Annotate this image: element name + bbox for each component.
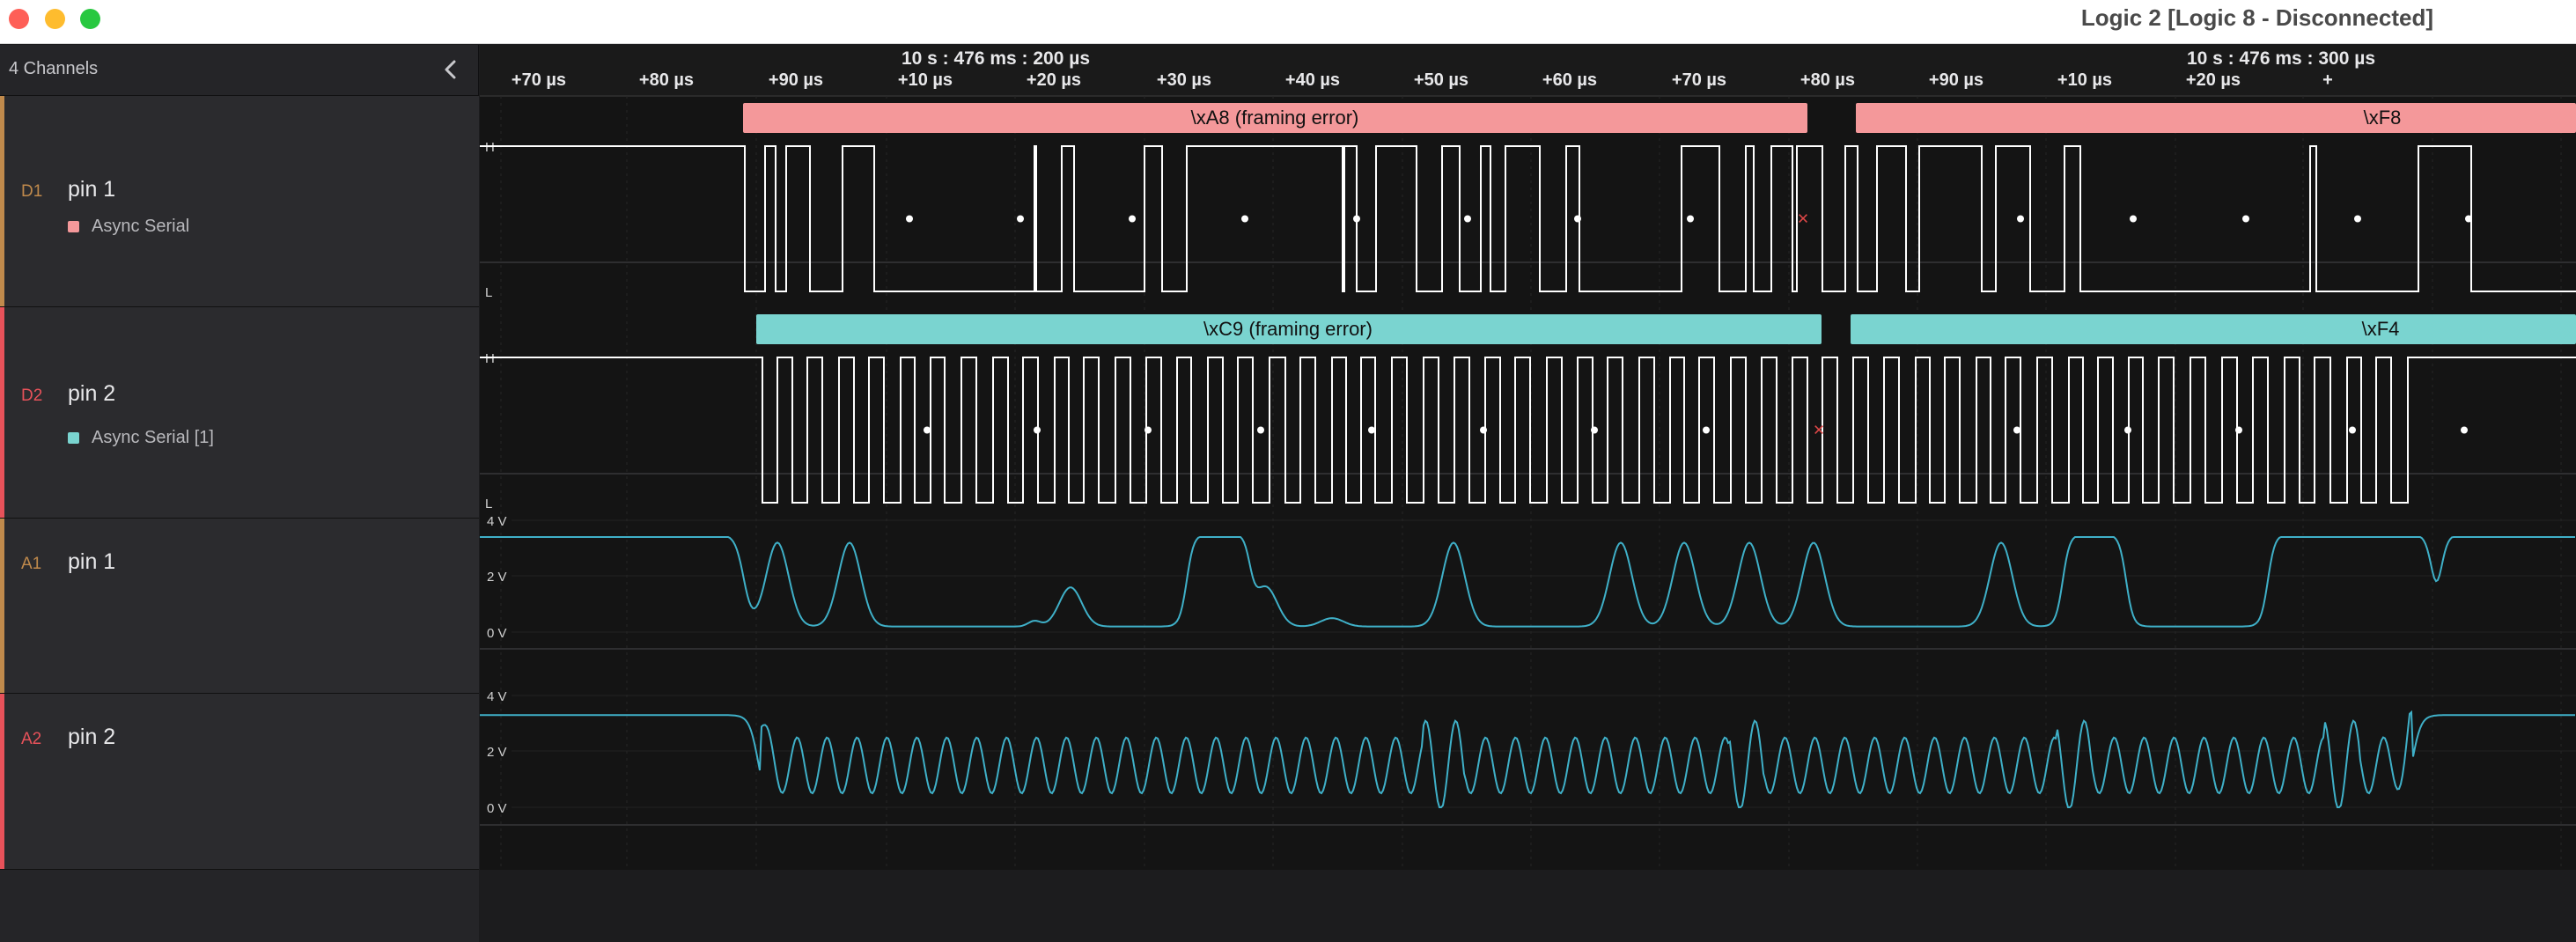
channel-color-bar bbox=[0, 96, 4, 306]
channel-row-d1[interactable]: D1 pin 1 Async Serial bbox=[0, 96, 479, 307]
sample-dot bbox=[2354, 215, 2361, 223]
framing-error-marker: × bbox=[1814, 419, 1825, 441]
sidebar-empty-area bbox=[0, 870, 479, 942]
decoded-frame-label[interactable]: \xC9 (framing error) bbox=[1203, 318, 1373, 340]
sample-dot bbox=[1257, 426, 1264, 434]
channel-name[interactable]: pin 2 bbox=[68, 381, 115, 407]
sample-dot bbox=[2349, 426, 2356, 434]
voltage-axis-label: 0 V bbox=[487, 801, 507, 816]
analyzer-color-swatch bbox=[68, 432, 79, 444]
empty-track-area bbox=[480, 870, 2576, 942]
level-low-label: L bbox=[485, 497, 492, 511]
channel-color-bar bbox=[0, 307, 4, 518]
channel-id: D2 bbox=[21, 386, 43, 405]
sample-dot bbox=[1368, 426, 1375, 434]
sample-dot bbox=[2130, 215, 2137, 223]
channel-row-a1[interactable]: A1 pin 1 bbox=[0, 519, 479, 694]
maximize-window-button[interactable] bbox=[80, 9, 100, 29]
channel-id: A2 bbox=[21, 730, 42, 748]
decoded-frame-label[interactable]: \xF8 bbox=[2364, 107, 2402, 129]
voltage-axis-label: 4 V bbox=[487, 689, 507, 704]
sample-dot bbox=[2242, 215, 2249, 223]
time-tick-label: +90 µs bbox=[1929, 70, 1984, 90]
analyzer-label[interactable]: Async Serial [1] bbox=[92, 428, 214, 448]
decoded-frame-label[interactable]: \xA8 (framing error) bbox=[1191, 107, 1359, 129]
channel-color-bar bbox=[0, 694, 4, 869]
sample-dot bbox=[2465, 215, 2472, 223]
time-tick-label: +30 µs bbox=[1157, 70, 1211, 90]
channel-row-d2[interactable]: D2 pin 2 Async Serial [1] bbox=[0, 307, 479, 519]
sample-dot bbox=[1464, 215, 1471, 223]
voltage-axis-label: 2 V bbox=[487, 745, 507, 760]
sample-dot bbox=[1144, 426, 1152, 434]
time-tick-label: +70 µs bbox=[1672, 70, 1726, 90]
sample-dot bbox=[1480, 426, 1487, 434]
sample-dot bbox=[1034, 426, 1041, 434]
sample-dot bbox=[2235, 426, 2242, 434]
channel-name[interactable]: pin 1 bbox=[68, 177, 115, 202]
time-tick-label: +50 µs bbox=[1414, 70, 1468, 90]
voltage-axis-label: 4 V bbox=[487, 514, 507, 529]
channel-name[interactable]: pin 1 bbox=[68, 549, 115, 575]
sample-dot bbox=[1129, 215, 1136, 223]
decoded-frame[interactable] bbox=[1856, 103, 2576, 133]
sample-dot bbox=[1703, 426, 1710, 434]
decoded-frame-label[interactable]: \xF4 bbox=[2362, 318, 2400, 340]
channel-count: 4 Channels bbox=[9, 59, 99, 78]
channel-color-bar bbox=[0, 519, 4, 693]
level-high-label: H bbox=[485, 140, 495, 155]
sample-dot bbox=[2124, 426, 2131, 434]
time-tick-label: +10 µs bbox=[2057, 70, 2112, 90]
time-tick-label: +80 µs bbox=[639, 70, 694, 90]
sidebar-header: 4 Channels bbox=[0, 45, 479, 96]
minimize-window-button[interactable] bbox=[45, 9, 65, 29]
framing-error-marker: × bbox=[1798, 208, 1809, 230]
level-low-label: L bbox=[485, 285, 492, 300]
waveform-view[interactable]: 10 s : 476 ms : 200 µs 10 s : 476 ms : 3… bbox=[480, 45, 2576, 942]
sample-dot bbox=[2013, 426, 2020, 434]
sample-dot bbox=[2017, 215, 2024, 223]
time-tick-label: +70 µs bbox=[512, 70, 566, 90]
close-window-button[interactable] bbox=[9, 9, 29, 29]
time-tick-label: +40 µs bbox=[1285, 70, 1340, 90]
voltage-axis-label: 2 V bbox=[487, 570, 507, 585]
sample-dot bbox=[1591, 426, 1598, 434]
sample-dot bbox=[1017, 215, 1024, 223]
sample-dot bbox=[1241, 215, 1248, 223]
time-marker-label: 10 s : 476 ms : 200 µs bbox=[902, 48, 1090, 69]
time-tick-label: + bbox=[2322, 70, 2333, 90]
title-bar: Logic 2 [Logic 8 - Disconnected] bbox=[0, 0, 2576, 44]
time-tick-label: +80 µs bbox=[1800, 70, 1855, 90]
time-marker-label: 10 s : 476 ms : 300 µs bbox=[2187, 48, 2375, 69]
voltage-axis-label: 0 V bbox=[487, 626, 507, 641]
sample-dot bbox=[2461, 426, 2468, 434]
channel-name[interactable]: pin 2 bbox=[68, 725, 115, 750]
sample-dot bbox=[1574, 215, 1581, 223]
time-tick-label: +10 µs bbox=[898, 70, 953, 90]
level-high-label: H bbox=[485, 351, 495, 366]
time-tick-label: +90 µs bbox=[769, 70, 823, 90]
time-tick-label: +20 µs bbox=[2186, 70, 2241, 90]
analyzer-label[interactable]: Async Serial bbox=[92, 217, 189, 237]
sample-dot bbox=[906, 215, 913, 223]
channel-row-a2[interactable]: A2 pin 2 bbox=[0, 694, 479, 870]
chevron-left-icon[interactable] bbox=[438, 55, 463, 84]
sample-dot bbox=[1687, 215, 1694, 223]
channel-id: D1 bbox=[21, 182, 43, 201]
decoded-frame[interactable] bbox=[1851, 314, 2576, 344]
analyzer-color-swatch bbox=[68, 221, 79, 232]
sample-dot bbox=[924, 426, 931, 434]
time-tick-label: +20 µs bbox=[1027, 70, 1081, 90]
sample-dot bbox=[1353, 215, 1360, 223]
channel-sidebar: 4 Channels D1 pin 1 Async Serial D2 pin … bbox=[0, 45, 479, 942]
channel-id: A1 bbox=[21, 555, 42, 573]
window-title: Logic 2 [Logic 8 - Disconnected] bbox=[2080, 4, 2433, 31]
time-tick-label: +60 µs bbox=[1542, 70, 1597, 90]
